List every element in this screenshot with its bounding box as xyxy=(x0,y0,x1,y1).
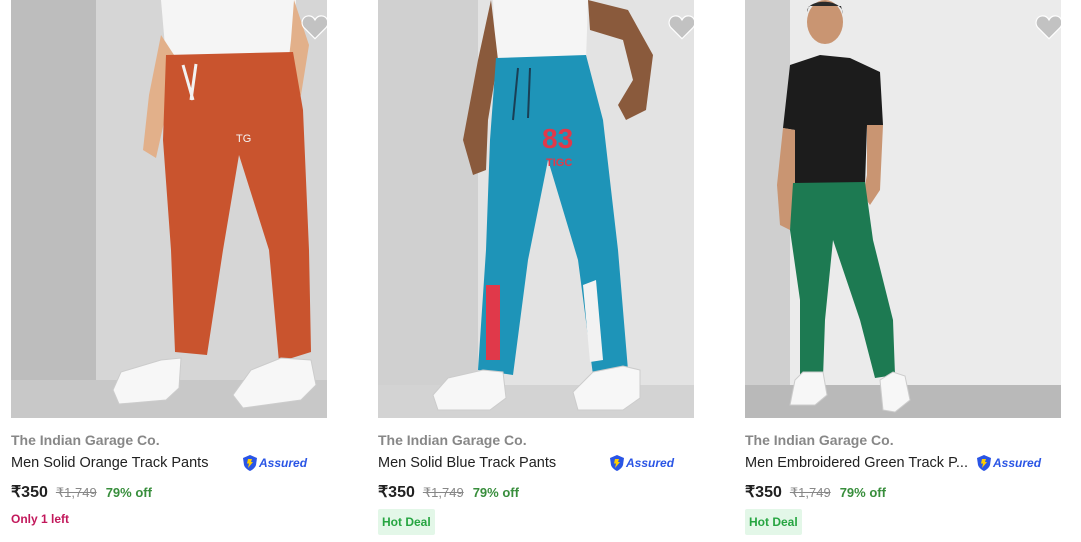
assured-shield-icon xyxy=(243,455,257,471)
stock-status: Only 1 left xyxy=(11,512,70,526)
product-card[interactable]: TG The Indian Garage Co. Men Solid Orang… xyxy=(11,0,327,526)
product-photo xyxy=(745,0,1061,418)
product-price: ₹350 xyxy=(11,484,48,501)
product-discount: 79% off xyxy=(472,485,519,500)
wishlist-heart-icon[interactable] xyxy=(1035,14,1061,40)
svg-text:83: 83 xyxy=(542,123,573,154)
assured-badge: Assured xyxy=(242,454,307,472)
hot-deal-badge: Hot Deal xyxy=(745,509,802,535)
assured-label: Assured xyxy=(993,456,1042,470)
product-card[interactable]: The Indian Garage Co. Men Embroidered Gr… xyxy=(745,0,1061,535)
product-title[interactable]: Men Solid Blue Track Pants xyxy=(378,453,608,473)
product-image[interactable]: 83 TIGC xyxy=(378,0,694,418)
product-mrp: ₹1,749 xyxy=(55,485,97,500)
product-discount: 79% off xyxy=(105,485,152,500)
product-image[interactable]: TG xyxy=(11,0,327,418)
product-title[interactable]: Men Embroidered Green Track P... xyxy=(745,453,975,473)
assured-badge: Assured xyxy=(609,454,674,472)
wishlist-heart-icon[interactable] xyxy=(668,14,694,40)
assured-label: Assured xyxy=(626,456,675,470)
assured-label: Assured xyxy=(259,456,308,470)
product-brand: The Indian Garage Co. xyxy=(378,432,527,448)
product-title[interactable]: Men Solid Orange Track Pants xyxy=(11,453,241,473)
product-card[interactable]: 83 TIGC The Indian Garage Co. Men Solid … xyxy=(378,0,694,535)
assured-shield-icon xyxy=(610,455,624,471)
wishlist-heart-icon[interactable] xyxy=(301,14,327,40)
product-photo: 83 TIGC xyxy=(378,0,694,418)
product-mrp: ₹1,749 xyxy=(422,485,464,500)
product-image[interactable] xyxy=(745,0,1061,418)
svg-text:TG: TG xyxy=(236,133,251,145)
product-mrp: ₹1,749 xyxy=(789,485,831,500)
assured-shield-icon xyxy=(977,455,991,471)
product-brand: The Indian Garage Co. xyxy=(11,432,160,448)
svg-text:TIGC: TIGC xyxy=(546,157,572,169)
product-photo: TG xyxy=(11,0,327,418)
product-price: ₹350 xyxy=(378,484,415,501)
hot-deal-badge: Hot Deal xyxy=(378,509,435,535)
product-discount: 79% off xyxy=(839,485,886,500)
assured-badge: Assured xyxy=(976,454,1041,472)
product-price: ₹350 xyxy=(745,484,782,501)
product-brand: The Indian Garage Co. xyxy=(745,432,894,448)
